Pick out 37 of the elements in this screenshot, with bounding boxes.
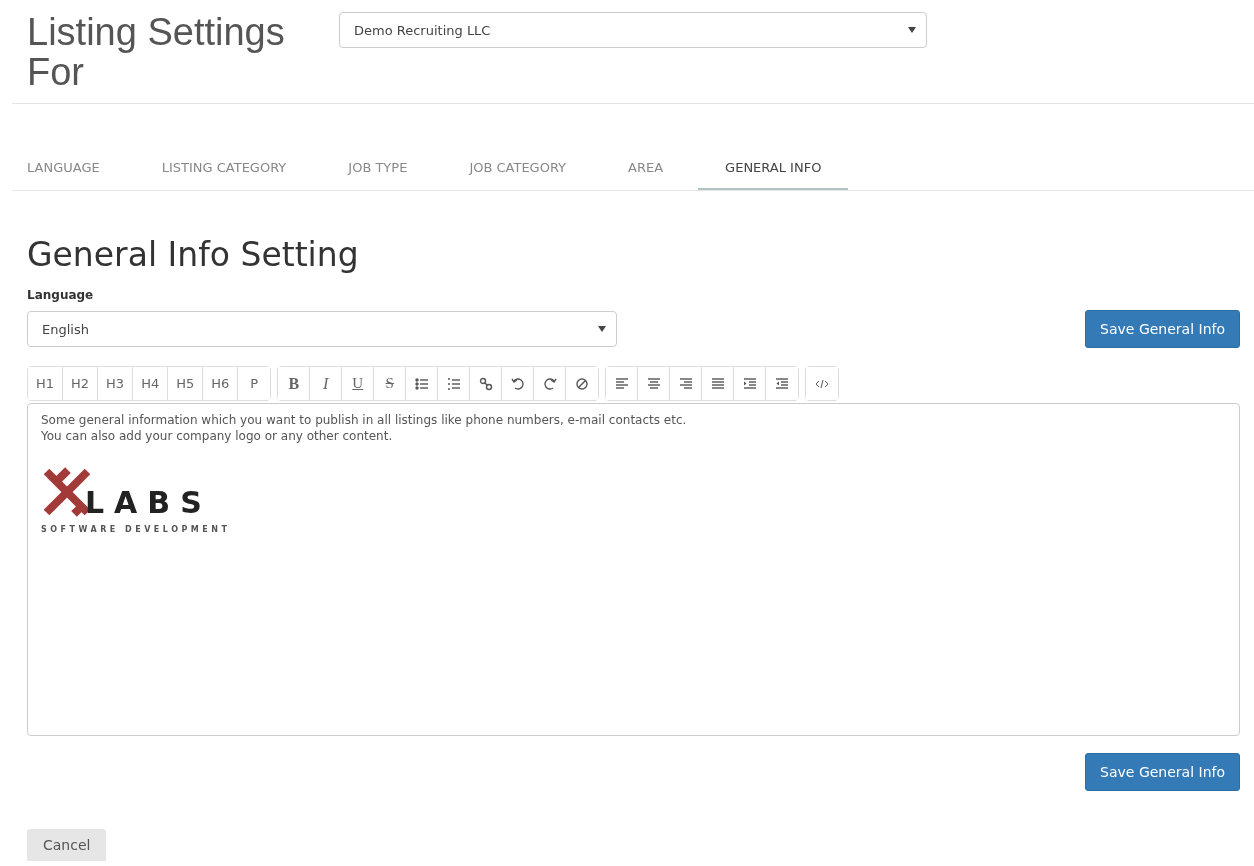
indent-icon xyxy=(742,376,757,391)
editor-text: Some general information which you want to publish in all listings like phone numbers, e-mail contacts etc. xyxy=(41,412,688,428)
align-right-icon xyxy=(678,376,693,391)
logo-wordmark: LABS xyxy=(85,488,212,518)
align-left-icon xyxy=(614,376,629,391)
redo-icon xyxy=(542,376,557,391)
save-button[interactable]: Save General Info xyxy=(1085,310,1240,348)
numbered-list-icon xyxy=(446,376,461,391)
tab[interactable]: LISTING CATEGORY xyxy=(134,146,314,190)
align-center-icon xyxy=(646,376,661,391)
editor-area[interactable]: Some general information which you want to publish in all listings like phone numbers, e-mail contacts etc. You can also add your company logo or any other content. LABS SOFTWARE DEVELOPMENT xyxy=(27,403,1240,736)
tab[interactable]: LANGUAGE xyxy=(27,146,127,190)
caret-icon xyxy=(908,27,916,33)
language-label: Language xyxy=(27,288,95,302)
tab[interactable]: AREA xyxy=(601,146,691,190)
editor-text: You can also add your company logo or any other content. xyxy=(41,428,394,444)
link-icon xyxy=(478,376,493,391)
outdent-icon xyxy=(775,376,790,391)
justify-icon xyxy=(710,376,725,391)
tab[interactable]: GENERAL INFO xyxy=(698,146,849,190)
format-button[interactable]: H1 xyxy=(28,367,64,400)
cancel-button[interactable]: Cancel xyxy=(27,829,107,861)
clear-icon xyxy=(575,376,590,391)
alignleft-button[interactable] xyxy=(606,367,639,400)
language-select[interactable]: English xyxy=(27,311,617,347)
logo-tagline: SOFTWARE DEVELOPMENT xyxy=(41,524,232,536)
section-heading: General Info Setting xyxy=(27,235,360,274)
tab[interactable]: JOB TYPE xyxy=(321,146,435,190)
code-button[interactable] xyxy=(806,367,839,400)
bold-button[interactable]: B xyxy=(278,367,311,400)
save-button[interactable]: Save General Info xyxy=(1085,753,1240,791)
page-title: Listing Settings For xyxy=(27,12,286,92)
company-select[interactable]: Demo Recruiting LLC xyxy=(339,12,927,48)
bullet-list-icon xyxy=(414,376,429,391)
caret-icon xyxy=(598,326,606,332)
undo-icon xyxy=(510,376,525,391)
tab[interactable]: JOB CATEGORY xyxy=(442,146,594,190)
